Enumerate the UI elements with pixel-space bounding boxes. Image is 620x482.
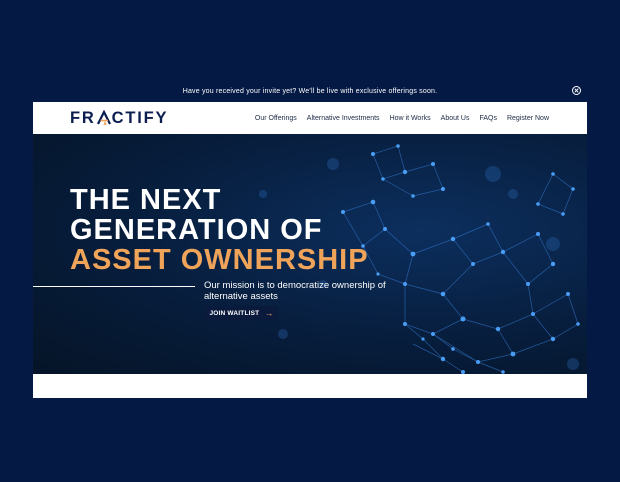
- join-waitlist-button[interactable]: JOIN WAITLIST →: [205, 306, 278, 321]
- fractify-logo[interactable]: FR CTIFY: [70, 108, 168, 128]
- headline-line-2: GENERATION OF: [70, 214, 323, 246]
- triangle-a-icon: [96, 109, 111, 126]
- mission-text: Our mission is to democratize ownership …: [204, 280, 386, 302]
- top-navigation: FR CTIFY Our Offerings Alternative Inves…: [33, 102, 587, 134]
- nav-item-about-us[interactable]: About Us: [441, 115, 470, 122]
- nav-item-register-now[interactable]: Register Now: [507, 115, 549, 122]
- join-waitlist-label: JOIN WAITLIST: [209, 310, 260, 317]
- nav-links: Our Offerings Alternative Investments Ho…: [255, 102, 549, 134]
- page-below-hero: [33, 374, 587, 398]
- announcement-text: Have you received your invite yet? We'll…: [182, 88, 438, 95]
- hero-section: THE NEXT GENERATION OF ASSET OWNERSHIP O…: [33, 134, 587, 374]
- nav-item-alternative-investments[interactable]: Alternative Investments: [307, 115, 380, 122]
- hero-headline: THE NEXT GENERATION OF ASSET OWNERSHIP: [70, 185, 369, 275]
- logo-text-start: FR: [70, 108, 96, 127]
- close-icon[interactable]: [572, 86, 581, 95]
- arrow-right-icon: →: [264, 308, 274, 318]
- nav-item-our-offerings[interactable]: Our Offerings: [255, 115, 297, 122]
- logo-text-end: CTIFY: [111, 108, 169, 127]
- hero-divider: [33, 286, 195, 287]
- nav-item-faqs[interactable]: FAQs: [479, 115, 497, 122]
- headline-line-1: THE NEXT: [70, 184, 222, 216]
- nav-item-how-it-works[interactable]: How it Works: [390, 115, 431, 122]
- browser-viewport: Have you received your invite yet? We'll…: [33, 81, 587, 398]
- headline-line-3: ASSET OWNERSHIP: [70, 244, 369, 276]
- announcement-bar: Have you received your invite yet? We'll…: [33, 81, 587, 102]
